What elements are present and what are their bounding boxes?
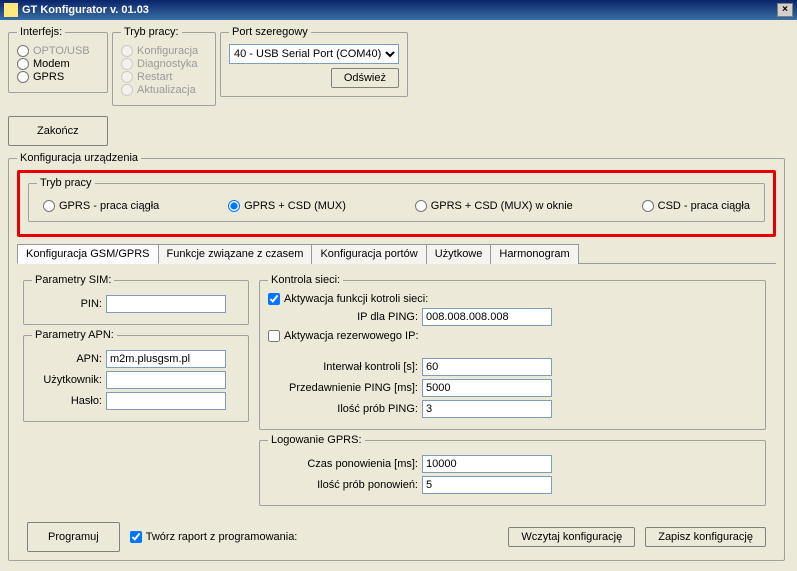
interfejs-group: Interfejs: OPTO/USB Modem GPRS (8, 26, 108, 93)
raport-label: Twórz raport z programowania: (146, 531, 298, 543)
sim-legend: Parametry SIM: (32, 274, 114, 286)
sim-group: Parametry SIM: PIN: (23, 274, 249, 325)
pin-input[interactable] (106, 295, 226, 313)
window-title: GT Konfigurator v. 01.03 (22, 4, 149, 16)
aktywacja-check[interactable] (268, 293, 280, 305)
config-device-legend: Konfiguracja urządzenia (17, 152, 141, 164)
ip-ping-label: IP dla PING: (268, 311, 418, 323)
mode-csd-ciagla-label: CSD - praca ciągła (658, 200, 750, 212)
mode-gprs-csd-mux-radio[interactable] (228, 200, 240, 212)
tryb-pracy-highlight: Tryb pracy GPRS - praca ciągła GPRS + CS… (17, 170, 776, 237)
programuj-button[interactable]: Programuj (27, 522, 120, 552)
mode-csd-ciagla-radio[interactable] (642, 200, 654, 212)
logowanie-group: Logowanie GPRS: Czas ponowienia [ms]: Il… (259, 434, 766, 506)
modem-label: Modem (33, 58, 70, 70)
diagnostyka-radio (121, 58, 133, 70)
logowanie-legend: Logowanie GPRS: (268, 434, 365, 446)
zakoncz-button[interactable]: Zakończ (8, 116, 108, 146)
tab-harmonogram[interactable]: Harmonogram (490, 244, 578, 264)
rezerwowy-label: Aktywacja rezerwowego IP: (284, 330, 419, 342)
opto-usb-label: OPTO/USB (33, 45, 90, 57)
opto-usb-radio[interactable] (17, 45, 29, 57)
tab-uzytkowe[interactable]: Użytkowe (426, 244, 492, 264)
refresh-button[interactable]: Odśwież (331, 68, 399, 88)
mode-gprs-csd-okno-label: GPRS + CSD (MUX) w oknie (431, 200, 573, 212)
interwal-input[interactable] (422, 358, 552, 376)
restart-radio (121, 71, 133, 83)
pin-label: PIN: (32, 298, 102, 310)
gprs-label: GPRS (33, 71, 64, 83)
tryb-pracy-work-group: Tryb pracy GPRS - praca ciągła GPRS + CS… (28, 177, 765, 222)
modem-radio[interactable] (17, 58, 29, 70)
pass-input[interactable] (106, 392, 226, 410)
aktualizacja-radio (121, 84, 133, 96)
apn-group: Parametry APN: APN: Użytkownik: Hasło: (23, 329, 249, 422)
aktualizacja-label: Aktualizacja (137, 84, 196, 96)
czas-input[interactable] (422, 455, 552, 473)
tryb-pracy-top-legend: Tryb pracy: (121, 26, 182, 38)
port-legend: Port szeregowy (229, 26, 311, 38)
konfiguracja-label: Konfiguracja (137, 45, 198, 57)
app-icon (4, 3, 18, 17)
pass-label: Hasło: (32, 395, 102, 407)
mode-gprs-csd-mux-label: GPRS + CSD (MUX) (244, 200, 346, 212)
ilosc-prob-label: Ilość prób PING: (268, 403, 418, 415)
wczytaj-button[interactable]: Wczytaj konfigurację (508, 527, 635, 547)
aktywacja-label: Aktywacja funkcji kotroli sieci: (284, 293, 428, 305)
przedawnienie-label: Przedawnienie PING [ms]: (268, 382, 418, 394)
mode-gprs-ciagla-label: GPRS - praca ciągła (59, 200, 159, 212)
diagnostyka-label: Diagnostyka (137, 58, 198, 70)
user-input[interactable] (106, 371, 226, 389)
apn-label: APN: (32, 353, 102, 365)
interfejs-legend: Interfejs: (17, 26, 65, 38)
przedawnienie-input[interactable] (422, 379, 552, 397)
zapisz-button[interactable]: Zapisz konfigurację (645, 527, 766, 547)
tab-porty[interactable]: Konfiguracja portów (311, 244, 426, 264)
port-select[interactable]: 40 - USB Serial Port (COM40) (229, 44, 399, 64)
kontrola-group: Kontrola sieci: Aktywacja funkcji kotrol… (259, 274, 766, 430)
apn-input[interactable] (106, 350, 226, 368)
rezerwowy-check[interactable] (268, 330, 280, 342)
gprs-radio[interactable] (17, 71, 29, 83)
config-device-group: Konfiguracja urządzenia Tryb pracy GPRS … (8, 152, 785, 561)
restart-label: Restart (137, 71, 172, 83)
konfiguracja-radio (121, 45, 133, 57)
ilosc-input[interactable] (422, 476, 552, 494)
user-label: Użytkownik: (32, 374, 102, 386)
interwal-label: Interwał kontroli [s]: (268, 361, 418, 373)
ip-ping-input[interactable] (422, 308, 552, 326)
raport-check[interactable] (130, 531, 142, 543)
tab-gsm[interactable]: Konfiguracja GSM/GPRS (17, 244, 159, 264)
tryb-pracy-work-legend: Tryb pracy (37, 177, 95, 189)
close-button[interactable]: × (777, 3, 793, 17)
titlebar: GT Konfigurator v. 01.03 × (0, 0, 797, 20)
kontrola-legend: Kontrola sieci: (268, 274, 343, 286)
mode-gprs-ciagla-radio[interactable] (43, 200, 55, 212)
port-group: Port szeregowy 40 - USB Serial Port (COM… (220, 26, 408, 97)
czas-label: Czas ponowienia [ms]: (268, 458, 418, 470)
ilosc-prob-input[interactable] (422, 400, 552, 418)
tab-czas[interactable]: Funkcje związane z czasem (158, 244, 313, 264)
apn-legend: Parametry APN: (32, 329, 117, 341)
tryb-pracy-top-group: Tryb pracy: Konfiguracja Diagnostyka Res… (112, 26, 216, 106)
tabs: Konfiguracja GSM/GPRS Funkcje związane z… (17, 243, 776, 264)
mode-gprs-csd-okno-radio[interactable] (415, 200, 427, 212)
ilosc-label: Ilość prób ponowień: (268, 479, 418, 491)
